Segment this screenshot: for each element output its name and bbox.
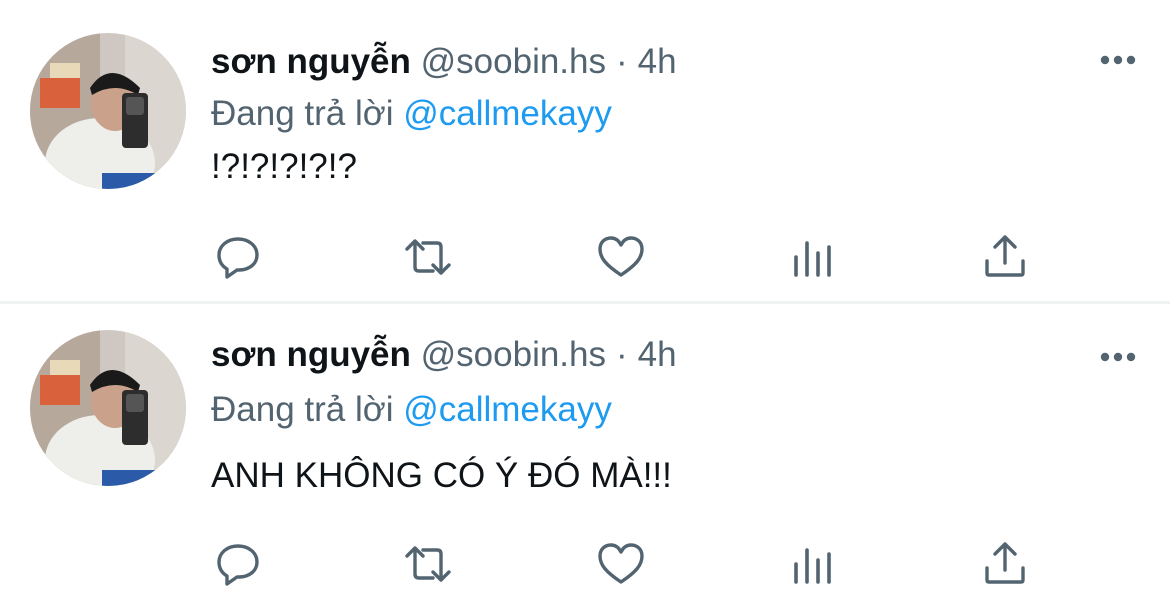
tweet-actions — [0, 233, 1170, 281]
separator: · — [616, 335, 628, 374]
author-name[interactable]: sơn nguyễn — [211, 335, 411, 374]
tweet[interactable]: sơn nguyễn @soobin.hs · 4h Đang trả lời @c… — [0, 304, 1170, 606]
more-options-icon[interactable] — [1098, 347, 1138, 367]
retweet-icon[interactable] — [403, 540, 453, 588]
tweet-text: !?!?!?!?!? — [211, 147, 357, 186]
reply-prefix: Đang trả lời — [211, 94, 394, 133]
reply-mention[interactable]: @callmekayy — [403, 94, 612, 133]
stats-icon[interactable] — [788, 540, 838, 588]
reply-icon[interactable] — [213, 540, 263, 588]
share-icon[interactable] — [980, 540, 1030, 588]
like-icon[interactable] — [596, 233, 646, 281]
reply-icon[interactable] — [213, 233, 263, 281]
reply-mention[interactable]: @callmekayy — [403, 390, 612, 429]
tweet-actions — [0, 540, 1170, 588]
tweet[interactable]: sơn nguyễn @soobin.hs · 4h Đang trả lời @c… — [0, 0, 1170, 302]
reply-context: Đang trả lời @callmekayy — [211, 92, 612, 136]
separator: · — [616, 42, 628, 81]
avatar-photo — [30, 330, 186, 486]
tweet-header: sơn nguyễn @soobin.hs · 4h — [211, 40, 677, 84]
avatar[interactable] — [30, 33, 186, 189]
author-handle[interactable]: @soobin.hs — [421, 42, 606, 81]
avatar-photo — [30, 33, 186, 189]
reply-context: Đang trả lời @callmekayy — [211, 388, 612, 432]
retweet-icon[interactable] — [403, 233, 453, 281]
tweet-header: sơn nguyễn @soobin.hs · 4h — [211, 333, 677, 377]
tweet-text: ANH KHÔNG CÓ Ý ĐÓ MÀ!!! — [211, 456, 672, 495]
like-icon[interactable] — [596, 540, 646, 588]
avatar[interactable] — [30, 330, 186, 486]
timestamp[interactable]: 4h — [638, 335, 677, 374]
author-name[interactable]: sơn nguyễn — [211, 42, 411, 81]
share-icon[interactable] — [980, 233, 1030, 281]
author-handle[interactable]: @soobin.hs — [421, 335, 606, 374]
stats-icon[interactable] — [788, 233, 838, 281]
timestamp[interactable]: 4h — [638, 42, 677, 81]
reply-prefix: Đang trả lời — [211, 390, 394, 429]
more-options-icon[interactable] — [1098, 50, 1138, 70]
